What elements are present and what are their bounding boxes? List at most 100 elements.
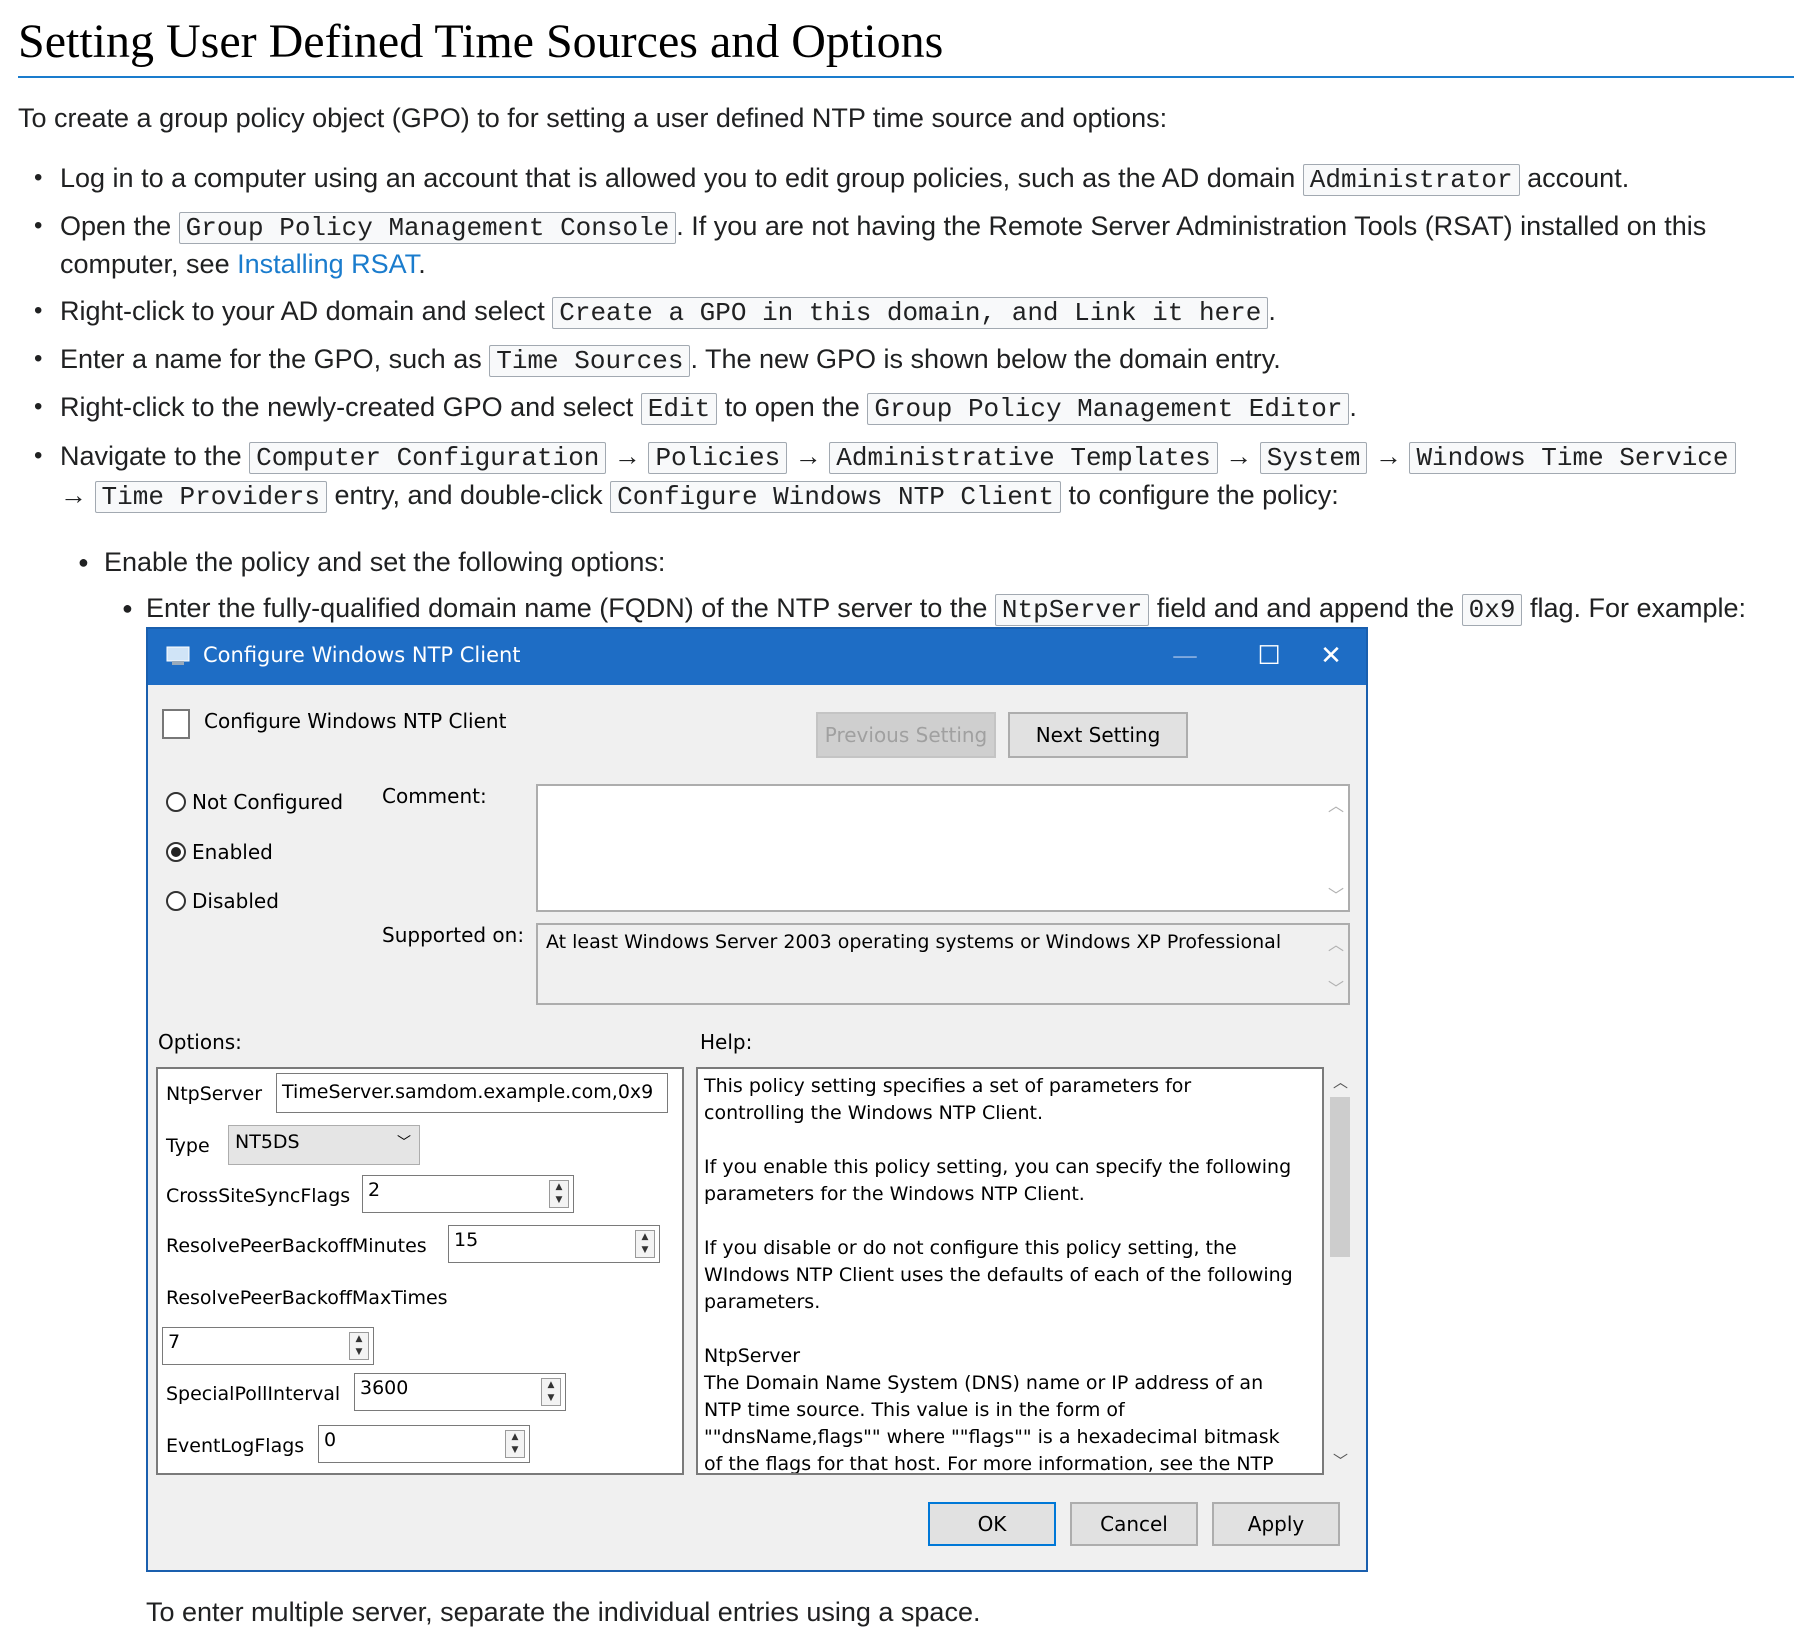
comment-label: Comment: — [382, 784, 487, 808]
scroll-up-icon: ︿ — [1327, 935, 1344, 954]
list-item: Right-click to the newly-created GPO and… — [60, 392, 1357, 425]
code-system: System — [1259, 442, 1368, 474]
chevron-down-icon: ﹀ — [397, 1135, 411, 1151]
list-item: Enter a name for the GPO, such as Time S… — [60, 344, 1281, 377]
spin-buttons-icon[interactable]: ▲ ▼ — [635, 1230, 655, 1258]
specialpollinterval-stepper[interactable]: 3600 ▲ ▼ — [354, 1373, 566, 1411]
resolvepeerbackoffminutes-stepper[interactable]: 15 ▲ ▼ — [448, 1225, 660, 1263]
specialpollinterval-label: SpecialPollInterval — [166, 1383, 341, 1405]
code-edit: Edit — [640, 393, 718, 425]
type-label: Type — [166, 1135, 210, 1157]
bullet: • — [34, 164, 43, 191]
footer-note: To enter multiple server, separate the i… — [146, 1597, 981, 1627]
policy-icon — [162, 709, 190, 739]
code-time-providers: Time Providers — [94, 481, 327, 513]
bullet: ● — [78, 552, 89, 572]
previous-setting-button[interactable]: Previous Setting — [816, 712, 996, 758]
arrow: → — [613, 441, 641, 471]
resolvepeerbackoffmaxtimes-label: ResolvePeerBackoffMaxTimes — [166, 1287, 448, 1309]
policy-title: Configure Windows NTP Client — [204, 709, 507, 733]
page: Setting User Defined Time Sources and Op… — [0, 0, 1812, 1642]
scroll-down-icon[interactable]: ﹀ — [1333, 1450, 1348, 1471]
code-computer-configuration: Computer Configuration — [249, 442, 607, 474]
eventlogflags-stepper[interactable]: 0 ▲ ▼ — [318, 1425, 530, 1463]
list-item: Right-click to your AD domain and select… — [60, 296, 1276, 329]
radio-disabled[interactable]: Disabled — [166, 889, 279, 913]
window-icon — [166, 646, 190, 665]
bullet: • — [34, 297, 43, 324]
spin-buttons-icon[interactable]: ▲ ▼ — [505, 1430, 525, 1458]
code-configure-ntp-client: Configure Windows NTP Client — [610, 481, 1062, 513]
code-time-sources: Time Sources — [489, 345, 691, 377]
scroll-down-icon: ﹀ — [1327, 979, 1344, 998]
radio-selected-icon — [166, 842, 186, 862]
code-0x9: 0x9 — [1461, 594, 1523, 626]
dialog-title: Configure Windows NTP Client — [203, 643, 521, 667]
code-administrative-templates: Administrative Templates — [829, 442, 1218, 474]
bullet: • — [34, 393, 43, 420]
help-panel: This policy setting specifies a set of p… — [696, 1067, 1324, 1475]
code-gpme: Group Policy Management Editor — [867, 393, 1350, 425]
radio-enabled[interactable]: Enabled — [166, 840, 273, 864]
supported-on-box: At least Windows Server 2003 operating s… — [536, 923, 1350, 1005]
intro-text: To create a group policy object (GPO) to… — [18, 103, 1168, 133]
spin-buttons-icon[interactable]: ▲ ▼ — [541, 1378, 561, 1406]
code-ntpserver: NtpServer — [994, 594, 1150, 626]
scroll-up-icon[interactable]: ︿ — [1328, 792, 1344, 816]
supported-on-label: Supported on: — [382, 923, 525, 947]
arrow: → — [794, 441, 822, 471]
list-item-continuation: computer, see Installing RSAT. — [60, 249, 426, 279]
sub-list-item: Enter the fully-qualified domain name (F… — [146, 593, 1747, 626]
scroll-up-icon[interactable]: ︿ — [1333, 1071, 1348, 1092]
help-text: This policy setting specifies a set of p… — [704, 1075, 1293, 1475]
ntpserver-label: NtpServer — [166, 1083, 263, 1105]
code-gpmc: Group Policy Management Console — [178, 212, 677, 244]
ntpserver-input[interactable]: TimeServer.samdom.example.com,0x9 — [276, 1073, 668, 1113]
type-select[interactable]: NT5DS ﹀ — [228, 1125, 420, 1165]
bullet: ● — [122, 598, 133, 618]
list-item: Log in to a computer using an account th… — [60, 163, 1630, 196]
dialog-titlebar: Configure Windows NTP Client — ☐ ✕ — [148, 629, 1366, 685]
close-icon[interactable]: ✕ — [1294, 629, 1368, 685]
spin-buttons-icon[interactable]: ▲ ▼ — [549, 1180, 569, 1208]
radio-icon — [166, 792, 186, 812]
radio-icon — [166, 891, 186, 911]
help-scrollbar[interactable]: ︿ ﹀ — [1328, 1069, 1352, 1473]
arrow: → — [60, 480, 87, 510]
arrow: → — [1225, 441, 1253, 471]
code-windows-time-service: Windows Time Service — [1409, 442, 1736, 474]
sub-list-item: Enable the policy and set the following … — [104, 547, 666, 577]
scroll-down-icon[interactable]: ﹀ — [1328, 882, 1344, 906]
next-setting-button[interactable]: Next Setting — [1008, 712, 1188, 758]
options-panel: NtpServer TimeServer.samdom.example.com,… — [156, 1067, 684, 1475]
help-label: Help: — [700, 1030, 753, 1054]
bullet: • — [34, 345, 43, 372]
spin-buttons-icon[interactable]: ▲ ▼ — [349, 1332, 369, 1360]
list-item: Navigate to the Computer Configuration →… — [60, 436, 1736, 478]
bullet: • — [34, 212, 43, 239]
list-item-continuation: → Time Providers entry, and double-click… — [60, 480, 1339, 513]
crosssitesyncflags-label: CrossSiteSyncFlags — [166, 1185, 351, 1207]
radio-not-configured[interactable]: Not Configured — [166, 790, 343, 814]
eventlogflags-label: EventLogFlags — [166, 1435, 305, 1457]
bullet: • — [34, 442, 43, 469]
list-item: Open the Group Policy Management Console… — [60, 211, 1707, 244]
code-create-gpo: Create a GPO in this domain, and Link it… — [552, 297, 1269, 329]
supported-on-text: At least Windows Server 2003 operating s… — [546, 931, 1282, 953]
code-policies: Policies — [648, 442, 788, 474]
installing-rsat-link[interactable]: Installing RSAT — [237, 249, 418, 279]
minimize-icon[interactable]: — — [1148, 629, 1222, 685]
code-administrator: Administrator — [1302, 164, 1520, 196]
options-label: Options: — [158, 1030, 242, 1054]
scrollbar-thumb[interactable] — [1330, 1097, 1350, 1257]
cancel-button[interactable]: Cancel — [1070, 1502, 1198, 1546]
page-title: Setting User Defined Time Sources and Op… — [18, 14, 1794, 78]
crosssitesyncflags-stepper[interactable]: 2 ▲ ▼ — [362, 1175, 574, 1213]
ok-button[interactable]: OK — [928, 1502, 1056, 1546]
policy-dialog: Configure Windows NTP Client — ☐ ✕ Confi… — [146, 627, 1368, 1572]
comment-textarea[interactable]: ︿ ﹀ — [536, 784, 1350, 912]
arrow: → — [1374, 441, 1402, 471]
resolvepeerbackoffmaxtimes-stepper[interactable]: 7 ▲ ▼ — [162, 1327, 374, 1365]
resolvepeerbackoffminutes-label: ResolvePeerBackoffMinutes — [166, 1235, 427, 1257]
apply-button[interactable]: Apply — [1212, 1502, 1340, 1546]
